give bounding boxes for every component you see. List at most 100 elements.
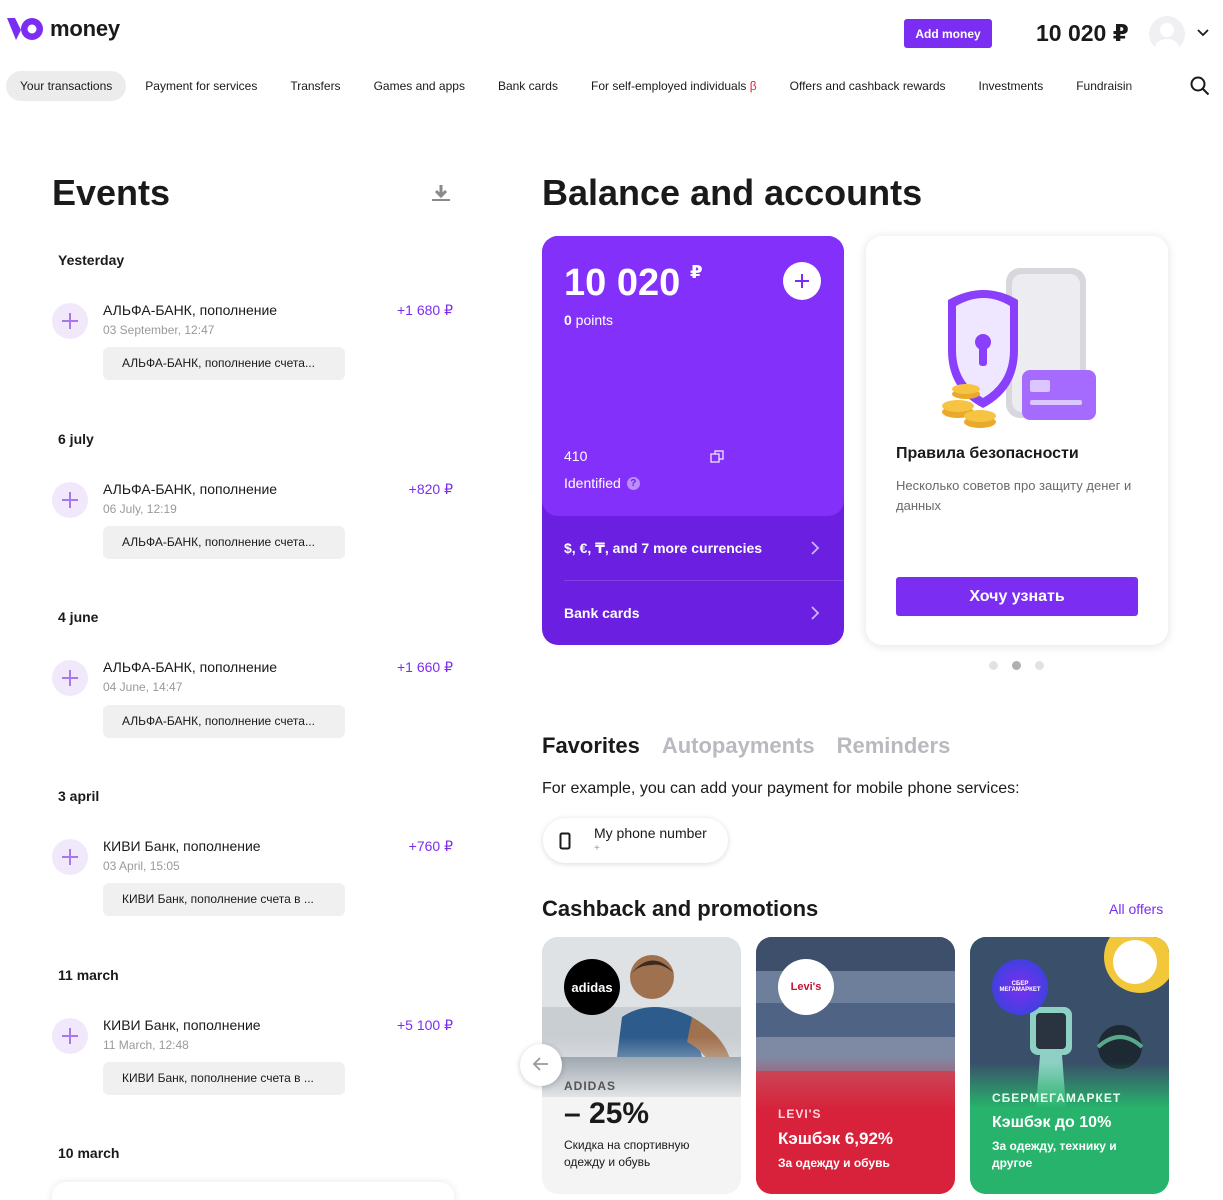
carousel-dot-active[interactable] bbox=[1012, 661, 1021, 670]
nav-label: Investments bbox=[978, 79, 1044, 93]
account-number: 410 bbox=[564, 448, 588, 464]
offer-description: За одежду и обувь bbox=[778, 1156, 890, 1170]
add-money-button[interactable]: Add money bbox=[904, 19, 992, 48]
event-group-date: 11 march bbox=[58, 967, 119, 983]
event-date: 11 March, 12:48 bbox=[103, 1038, 189, 1052]
offer-headline: Кэшбэк до 10% bbox=[992, 1114, 1112, 1131]
bank-cards-label: Bank cards bbox=[564, 605, 640, 621]
offer-headline: Кэшбэк 6,92% bbox=[778, 1129, 894, 1148]
event-title[interactable]: АЛЬФА-БАНК, пополнение bbox=[103, 481, 277, 497]
plus-icon bbox=[52, 303, 88, 339]
event-description-chip[interactable]: КИВИ Банк, пополнение счета в ... bbox=[103, 1062, 345, 1095]
nav-transfers[interactable]: Transfers bbox=[276, 71, 354, 101]
promo-title: Правила безопасности bbox=[896, 445, 1079, 462]
offer-card-levis[interactable]: Levi's LEVI'S Кэшбэк 6,92% За одежду и о… bbox=[756, 937, 955, 1194]
status-label: Identified bbox=[564, 475, 621, 491]
event-group-date: Yesterday bbox=[58, 252, 125, 268]
offer-card-sbermegamarket[interactable]: СБЕР МЕГАМАРКЕТ СБЕРМЕГАМАРКЕТ Кэшбэк до… bbox=[970, 937, 1169, 1194]
points: 0 points bbox=[564, 312, 613, 328]
points-label: points bbox=[571, 312, 614, 328]
currencies-link[interactable]: $, €, ₸, and 7 more currencies bbox=[542, 516, 844, 580]
chevron-right-icon bbox=[811, 606, 820, 620]
balance-title: Balance and accounts bbox=[542, 172, 923, 213]
logo[interactable]: money bbox=[6, 14, 120, 44]
offer-brand: ADIDAS bbox=[564, 1079, 617, 1093]
carousel-dots bbox=[989, 661, 1044, 670]
copy-icon[interactable] bbox=[710, 450, 724, 464]
event-group-date: 4 june bbox=[58, 609, 99, 625]
sbermegamarket-logo: СБЕР МЕГАМАРКЕТ bbox=[992, 959, 1048, 1015]
top-up-button[interactable] bbox=[783, 262, 821, 300]
payment-tabs: Favorites Autopayments Reminders bbox=[542, 733, 950, 759]
nav-self-employed[interactable]: For self-employed individuals β bbox=[577, 71, 771, 101]
learn-more-button[interactable]: Хочу узнать bbox=[896, 577, 1138, 616]
nav-label: Transfers bbox=[290, 79, 341, 93]
security-promo-card[interactable]: Правила безопасности Несколько советов п… bbox=[866, 236, 1168, 645]
event-title[interactable]: КИВИ Банк, пополнение bbox=[103, 1017, 261, 1033]
nav-payment-for-services[interactable]: Payment for services bbox=[131, 71, 271, 101]
chevron-down-icon[interactable] bbox=[1196, 26, 1210, 40]
tab-reminders[interactable]: Reminders bbox=[837, 733, 951, 759]
carousel-dot[interactable] bbox=[1035, 661, 1044, 670]
bank-cards-link[interactable]: Bank cards bbox=[542, 581, 844, 645]
event-date: 03 April, 15:05 bbox=[103, 859, 180, 873]
currencies-label: $, €, ₸, and 7 more currencies bbox=[564, 539, 763, 556]
event-title[interactable]: АЛЬФА-БАНК, пополнение bbox=[103, 302, 277, 318]
nav-label: For self-employed individuals bbox=[590, 79, 747, 93]
account-currency: ₽ bbox=[690, 262, 703, 282]
offer-card-adidas[interactable]: adidas ADIDAS – 25% Скидка на спортивную… bbox=[542, 937, 741, 1194]
nav-investments[interactable]: Investments bbox=[965, 71, 1058, 101]
nav-your-transactions[interactable]: Your transactions bbox=[6, 71, 127, 101]
carousel-prev-button[interactable] bbox=[520, 1044, 562, 1086]
account-balance: 10 020 bbox=[564, 262, 681, 304]
search-icon[interactable] bbox=[1190, 76, 1210, 96]
nav-label: Payment for services bbox=[145, 79, 258, 93]
event-description-chip[interactable]: АЛЬФА-БАНК, пополнение счета... bbox=[103, 526, 345, 559]
offer-description: Скидка на спортивную одежду и обувь bbox=[564, 1138, 690, 1169]
tab-autopayments[interactable]: Autopayments bbox=[662, 733, 815, 759]
download-icon[interactable] bbox=[431, 183, 451, 203]
offer-fade bbox=[756, 1057, 955, 1194]
event-title[interactable]: АЛЬФА-БАНК, пополнение bbox=[103, 659, 277, 675]
event-group-date: 3 april bbox=[58, 788, 100, 804]
account-card[interactable]: 10 020 ₽ 0 points 410 Identified ? $, €,… bbox=[542, 236, 844, 645]
main-nav: Your transactions Payment for services T… bbox=[6, 70, 1151, 102]
nav-offers-cashback[interactable]: Offers and cashback rewards bbox=[776, 71, 960, 101]
event-amount: +1 660 ₽ bbox=[396, 659, 453, 675]
event-group-date: 10 march bbox=[58, 1145, 120, 1161]
event-date: 03 September, 12:47 bbox=[103, 323, 215, 337]
points-value: 0 bbox=[564, 312, 572, 328]
header-balance[interactable]: 10 020 ₽ bbox=[1036, 20, 1129, 47]
event-date: 06 July, 12:19 bbox=[103, 502, 177, 516]
carousel-dot[interactable] bbox=[989, 661, 998, 670]
offer-description: За одежду, технику и другое bbox=[992, 1139, 1117, 1170]
all-offers-link[interactable]: All offers bbox=[1109, 901, 1163, 917]
avatar[interactable] bbox=[1149, 16, 1185, 52]
chevron-right-icon bbox=[811, 541, 820, 555]
event-title[interactable]: КИВИ Банк, пополнение bbox=[103, 838, 261, 854]
beta-badge: β bbox=[749, 79, 757, 93]
event-description-chip[interactable]: КИВИ Банк, пополнение счета в ... bbox=[103, 883, 345, 916]
help-icon[interactable]: ? bbox=[626, 476, 640, 490]
tab-favorites[interactable]: Favorites bbox=[542, 733, 640, 759]
event-amount: +820 ₽ bbox=[408, 481, 453, 497]
plus-icon bbox=[52, 660, 88, 696]
event-amount: +1 680 ₽ bbox=[396, 302, 453, 318]
nav-games-and-apps[interactable]: Games and apps bbox=[360, 71, 479, 101]
event-description-chip[interactable]: АЛЬФА-БАНК, пополнение счета... bbox=[103, 705, 345, 738]
arrow-left-icon bbox=[532, 1056, 548, 1071]
plus-icon bbox=[52, 839, 88, 875]
security-shield-illustration bbox=[942, 268, 1096, 428]
event-description-chip[interactable]: АЛЬФА-БАНК, пополнение счета... bbox=[103, 347, 345, 380]
phone-icon bbox=[559, 832, 571, 850]
nav-bank-cards[interactable]: Bank cards bbox=[484, 71, 572, 101]
nav-label: Fundraisin bbox=[1076, 79, 1133, 93]
event-card[interactable] bbox=[52, 1182, 454, 1200]
logo-text: money bbox=[50, 16, 120, 41]
identification-status: Identified ? bbox=[564, 475, 640, 491]
event-group-date: 6 july bbox=[58, 431, 94, 447]
nav-label: Bank cards bbox=[497, 79, 558, 93]
phone-label: My phone number bbox=[594, 825, 707, 841]
offer-brand: СБЕРМЕГАМАРКЕТ bbox=[992, 1091, 1122, 1105]
my-phone-number-button[interactable]: My phone number + bbox=[543, 818, 728, 863]
